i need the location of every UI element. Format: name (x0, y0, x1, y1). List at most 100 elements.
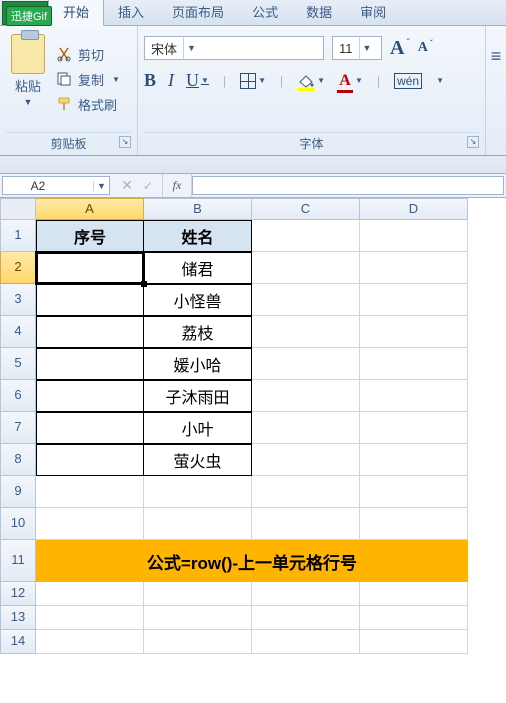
cell[interactable] (36, 284, 144, 316)
bold-button[interactable]: B (144, 70, 156, 91)
row-header[interactable]: 3 (0, 284, 36, 316)
ribbon-body: 粘贴 ▼ 剪切 复制 ▼ (0, 26, 506, 156)
cell-active[interactable] (36, 252, 144, 284)
cell[interactable] (252, 508, 360, 540)
cell[interactable] (252, 284, 360, 316)
banner-cell[interactable]: 公式=row()-上一单元格行号 (36, 540, 468, 582)
cell[interactable] (252, 582, 360, 606)
format-painter-button[interactable]: 格式刷 (56, 95, 120, 114)
cell[interactable] (360, 252, 468, 284)
cell[interactable] (252, 220, 360, 252)
cell[interactable] (252, 412, 360, 444)
col-header-d[interactable]: D (360, 198, 468, 220)
cell[interactable] (252, 252, 360, 284)
cell[interactable] (360, 606, 468, 630)
border-button[interactable]: ▼ (240, 73, 266, 89)
cell[interactable]: 荔枝 (144, 316, 252, 348)
cell[interactable] (360, 582, 468, 606)
decrease-font-button[interactable]: Aˇ (418, 40, 433, 56)
cell[interactable] (360, 220, 468, 252)
cell[interactable] (36, 508, 144, 540)
alignment-overflow[interactable]: ≡ (486, 26, 506, 155)
row-header[interactable]: 5 (0, 348, 36, 380)
cell[interactable]: 序号 (36, 220, 144, 252)
row-header[interactable]: 9 (0, 476, 36, 508)
tab-page-layout[interactable]: 页面布局 (158, 0, 238, 25)
fill-color-button[interactable]: ▼ (297, 74, 325, 88)
row-header[interactable]: 13 (0, 606, 36, 630)
cell[interactable] (144, 606, 252, 630)
tab-data[interactable]: 数据 (292, 0, 346, 25)
row-header[interactable]: 14 (0, 630, 36, 654)
tab-home[interactable]: 开始 (48, 0, 104, 26)
cell[interactable] (36, 412, 144, 444)
copy-button[interactable]: 复制 ▼ (56, 70, 120, 89)
cell[interactable] (36, 316, 144, 348)
row-header[interactable]: 2 (0, 252, 36, 284)
italic-button[interactable]: I (168, 70, 174, 91)
col-header-b[interactable]: B (144, 198, 252, 220)
tab-insert[interactable]: 插入 (104, 0, 158, 25)
cell[interactable]: 小怪兽 (144, 284, 252, 316)
cell[interactable] (36, 606, 144, 630)
cell[interactable] (252, 630, 360, 654)
cell[interactable] (252, 380, 360, 412)
row-header[interactable]: 4 (0, 316, 36, 348)
cut-button[interactable]: 剪切 (56, 45, 120, 64)
cell[interactable] (36, 348, 144, 380)
col-header-a[interactable]: A (36, 198, 144, 220)
col-header-c[interactable]: C (252, 198, 360, 220)
cell[interactable] (360, 444, 468, 476)
font-color-button[interactable]: A ▼ (337, 72, 363, 90)
cell[interactable] (360, 508, 468, 540)
cell[interactable] (360, 380, 468, 412)
cell[interactable]: 姓名 (144, 220, 252, 252)
cell[interactable]: 萤火虫 (144, 444, 252, 476)
cell[interactable] (360, 412, 468, 444)
font-size-combo[interactable]: 11 ▼ (332, 36, 382, 60)
underline-button[interactable]: U▼ (186, 70, 209, 91)
cell[interactable] (144, 508, 252, 540)
fx-label[interactable]: fx (162, 174, 192, 197)
dialog-launcher-icon[interactable]: ↘ (467, 136, 479, 148)
increase-font-button[interactable]: Aˆ (390, 37, 410, 60)
row-header[interactable]: 10 (0, 508, 36, 540)
dialog-launcher-icon[interactable]: ↘ (119, 136, 131, 148)
cell[interactable]: 小叶 (144, 412, 252, 444)
cell[interactable] (252, 348, 360, 380)
cell[interactable] (252, 476, 360, 508)
cell[interactable] (360, 476, 468, 508)
cell[interactable] (360, 348, 468, 380)
cell[interactable]: 储君 (144, 252, 252, 284)
cell[interactable] (36, 582, 144, 606)
cell[interactable]: 媛小哈 (144, 348, 252, 380)
paste-button[interactable]: 粘贴 ▼ (6, 30, 50, 128)
name-box[interactable]: A2 ▼ (2, 176, 110, 195)
phonetic-guide-button[interactable]: wén (394, 73, 422, 89)
cell[interactable] (252, 444, 360, 476)
formula-input[interactable] (192, 176, 504, 195)
cell[interactable] (252, 316, 360, 348)
row-header[interactable]: 6 (0, 380, 36, 412)
cell[interactable] (144, 630, 252, 654)
cell[interactable] (360, 284, 468, 316)
tab-review[interactable]: 审阅 (346, 0, 400, 25)
select-all-corner[interactable] (0, 198, 36, 220)
cell[interactable] (36, 380, 144, 412)
tab-formulas[interactable]: 公式 (238, 0, 292, 25)
cell[interactable] (360, 316, 468, 348)
row-header[interactable]: 1 (0, 220, 36, 252)
cell[interactable] (360, 630, 468, 654)
cell[interactable] (36, 444, 144, 476)
row-header[interactable]: 7 (0, 412, 36, 444)
cell[interactable] (252, 606, 360, 630)
cell[interactable] (36, 476, 144, 508)
row-header[interactable]: 12 (0, 582, 36, 606)
cell[interactable] (144, 476, 252, 508)
font-name-combo[interactable]: 宋体 ▼ (144, 36, 324, 60)
cell[interactable] (36, 630, 144, 654)
cell[interactable]: 子沐雨田 (144, 380, 252, 412)
row-header[interactable]: 11 (0, 540, 36, 582)
cell[interactable] (144, 582, 252, 606)
row-header[interactable]: 8 (0, 444, 36, 476)
